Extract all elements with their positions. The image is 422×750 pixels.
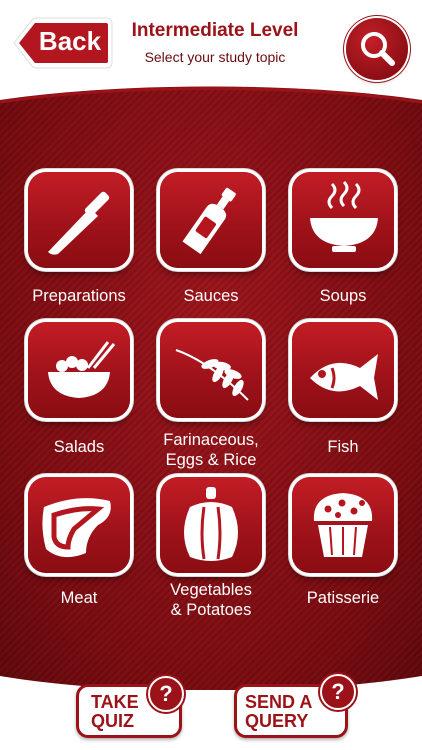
topic-salads-button[interactable]	[28, 322, 130, 418]
topic-preparations-label: Preparations	[32, 287, 126, 305]
take-quiz-label: TAKE QUIZ	[91, 693, 139, 731]
search-button[interactable]	[346, 18, 408, 80]
topic-soups-button[interactable]	[292, 172, 394, 268]
topic-fish-label: Fish	[327, 438, 359, 456]
send-query-label: SEND A QUERY	[245, 693, 312, 731]
topic-sauces-button[interactable]	[160, 172, 262, 268]
query-question-badge-icon: ?	[320, 674, 356, 710]
quiz-question-badge-icon: ?	[148, 676, 184, 712]
send-query-line1: SEND A	[245, 692, 313, 712]
take-quiz-line2: QUIZ	[91, 711, 134, 731]
topic-soups-label: Soups	[319, 287, 367, 305]
steak-icon	[42, 498, 111, 558]
search-icon	[361, 32, 395, 66]
send-query-line2: QUERY	[245, 711, 309, 731]
back-button[interactable]: Back	[10, 14, 113, 69]
topic-meat-label: Meat	[60, 589, 98, 607]
topic-vegetables-button[interactable]	[160, 477, 262, 573]
page-subtitle: Select your study topic	[144, 49, 286, 65]
farinaceous-label-line1: Farinaceous,	[163, 431, 259, 449]
topic-meat-button[interactable]	[28, 477, 130, 573]
topic-patisserie-button[interactable]	[292, 477, 394, 573]
sauce-bottle-icon	[182, 187, 236, 255]
wheat-icon	[175, 349, 249, 401]
topic-patisserie-label: Patisserie	[306, 589, 380, 607]
salad-bowl-icon	[48, 341, 116, 398]
pepper-icon	[184, 487, 238, 561]
page-title: Intermediate Level	[131, 20, 299, 41]
topic-fish-button[interactable]	[292, 322, 394, 418]
topic-farinaceous-button[interactable]	[160, 322, 262, 418]
knife-icon	[48, 191, 110, 255]
topic-sauces-label: Sauces	[183, 287, 239, 305]
topic-salads-label: Salads	[53, 438, 105, 456]
back-label: Back	[38, 26, 102, 56]
topic-preparations-button[interactable]	[28, 172, 130, 268]
topic-farinaceous-label: Farinaceous, Eggs & Rice	[141, 430, 281, 470]
vegetables-label-line1: Vegetables	[170, 581, 252, 599]
soup-bowl-icon	[310, 180, 378, 252]
footer: TAKE QUIZ ? SEND A QUERY ?	[0, 674, 422, 750]
muffin-icon	[313, 493, 373, 557]
fish-icon	[310, 354, 378, 400]
take-quiz-line1: TAKE	[91, 692, 139, 712]
topic-vegetables-label: Vegetables & Potatoes	[141, 580, 281, 620]
farinaceous-label-line2: Eggs & Rice	[165, 451, 257, 469]
header: Back Intermediate Level Select your stud…	[0, 0, 422, 100]
vegetables-label-line2: & Potatoes	[170, 601, 252, 619]
